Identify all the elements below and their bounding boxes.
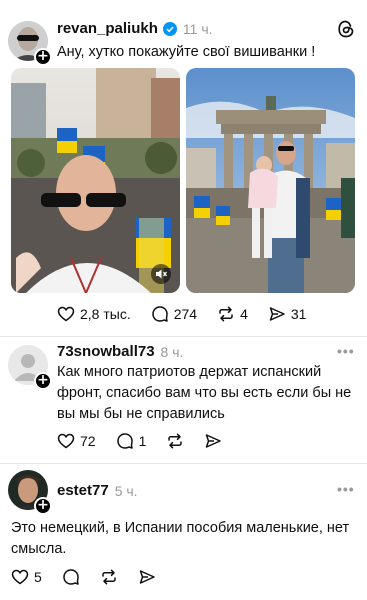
mute-icon[interactable] [151,264,171,284]
repost-icon [168,433,183,449]
share-icon [269,307,285,321]
post-actions: 2,8 тыс. 274 4 31 [57,305,326,323]
comments-count: 274 [173,306,198,322]
follow-plus-icon[interactable]: + [34,372,52,390]
reply-time: 5 ч. [114,482,138,499]
follow-plus-icon[interactable]: + [34,497,52,515]
repost-icon [102,569,116,585]
share-icon [206,434,222,448]
heart-icon [57,306,75,322]
share-button[interactable] [204,432,222,450]
share-button[interactable] [138,568,156,586]
author-username[interactable]: revan_paliukh [57,20,158,37]
follow-plus-icon[interactable]: + [34,48,52,66]
reply-text: Как много патриотов держат испанский фро… [57,364,352,422]
reply-actions: 72 1 [57,432,242,450]
reply-time: 8 ч. [160,343,184,360]
like-button[interactable]: 5 [11,568,42,586]
comment-button[interactable] [62,568,80,586]
more-options-icon[interactable]: ••• [337,343,355,359]
comment-button[interactable]: 1 [116,432,147,450]
likes-count: 72 [80,433,96,449]
reply-username[interactable]: 73snowball73 [57,343,155,360]
repost-button[interactable] [166,432,184,450]
share-icon [139,570,155,584]
more-options-icon[interactable]: ••• [337,481,355,497]
post-text: Ану, хутко покажуйте свої вишиванки ! [57,44,316,60]
heart-icon [11,569,29,585]
comments-count: 1 [138,433,147,449]
post-photo-1[interactable] [11,68,180,293]
repost-icon [219,306,233,322]
post-photo-2[interactable] [186,68,355,293]
repost-button[interactable]: 4 [217,305,248,323]
comment-icon [151,306,168,322]
reply-text: Это немецкий, в Испании пособия маленьки… [11,520,350,557]
like-button[interactable]: 72 [57,432,96,450]
divider [0,463,367,464]
heart-icon [57,433,75,449]
comment-icon [116,433,133,449]
reply-actions: 5 [11,568,176,586]
comment-button[interactable]: 274 [151,305,197,323]
divider [0,336,367,337]
threads-logo-icon[interactable] [337,20,355,38]
comment-icon [63,569,79,585]
repost-button[interactable] [100,568,118,586]
like-button[interactable]: 2,8 тыс. [57,305,131,323]
likes-count: 2,8 тыс. [80,306,131,322]
reply-username[interactable]: estet77 [57,482,109,499]
reposts-count: 4 [240,306,248,322]
share-button[interactable]: 31 [268,305,307,323]
verified-icon [162,21,177,36]
shares-count: 31 [290,306,307,322]
post-time: 11 ч. [182,20,213,37]
likes-count: 5 [34,569,42,585]
